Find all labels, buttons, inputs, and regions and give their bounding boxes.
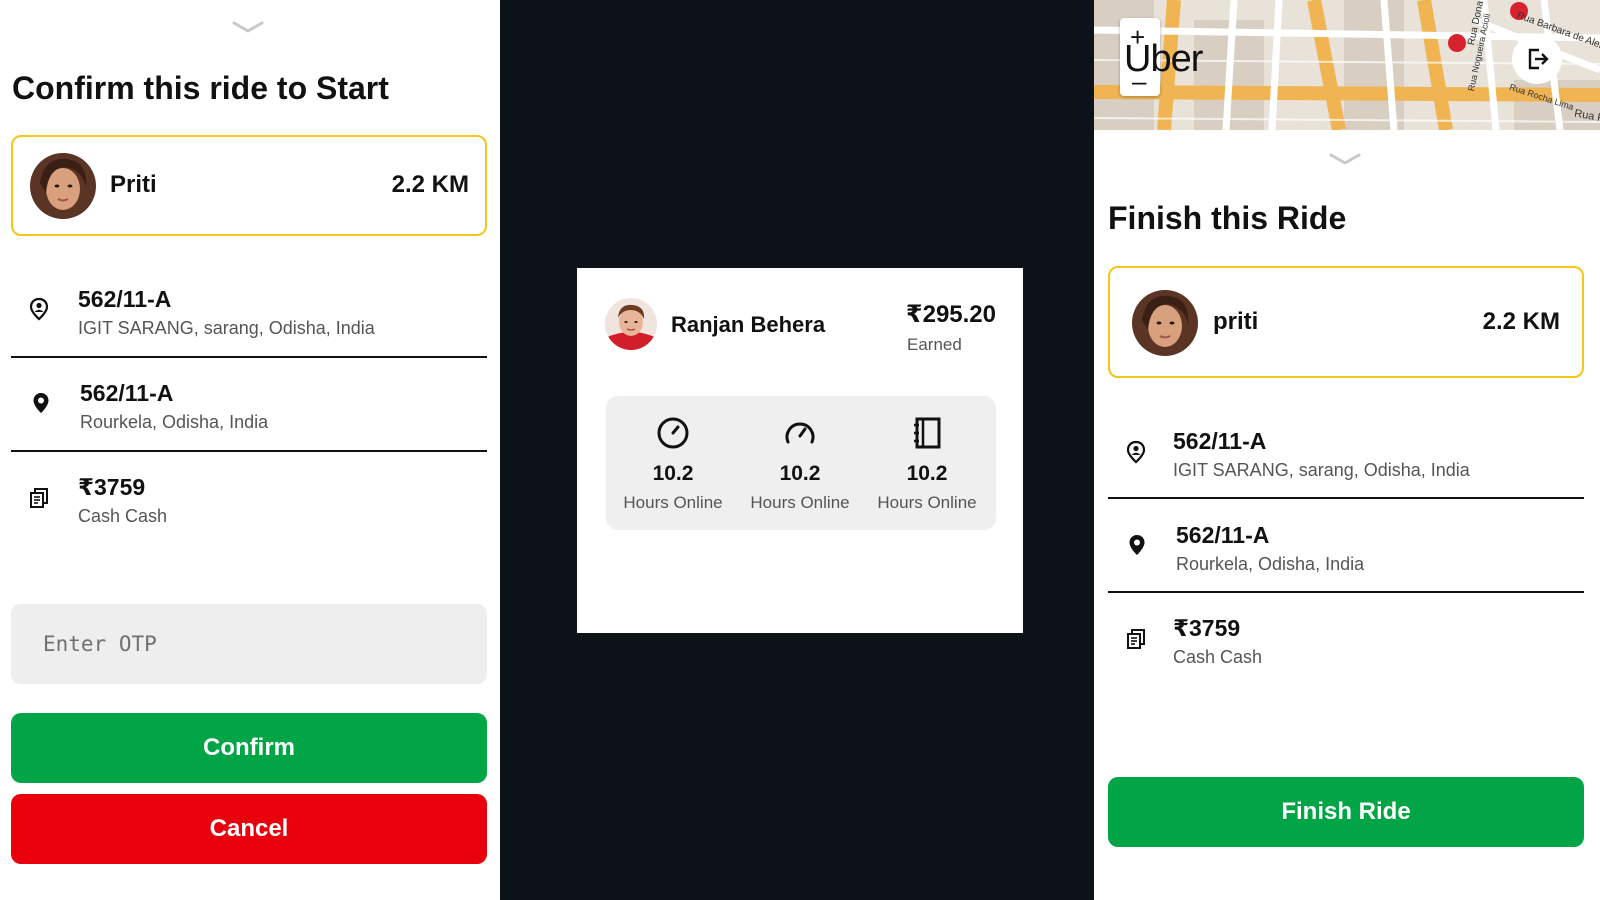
finish-ride-panel: Rua Dona Leopoldina Rua Barbara de Alenc… <box>1094 0 1600 900</box>
fare-amount: ₹3759 <box>78 474 146 500</box>
payment-method: Cash Cash <box>1173 647 1263 667</box>
chevron-down-icon[interactable] <box>1328 152 1362 166</box>
captain-details-card: Ranjan Behera ₹295.20 Earned 10.2 Hours … <box>577 268 1023 633</box>
otp-input[interactable] <box>11 604 487 684</box>
divider <box>11 450 487 452</box>
uber-logo: Uber <box>1124 38 1203 80</box>
rider-card[interactable]: priti 2.2 KM <box>1108 266 1584 378</box>
chevron-down-icon[interactable] <box>231 20 265 34</box>
stat-label: Hours Online <box>623 493 723 512</box>
pickup-title: 562/11-A <box>1173 428 1267 454</box>
destination-pin-icon <box>1125 533 1149 557</box>
pickup-location-icon <box>27 297 51 321</box>
rider-name: priti <box>1213 308 1259 335</box>
notebook-icon <box>910 416 944 450</box>
destination-title: 562/11-A <box>1176 522 1270 548</box>
stat-value: 10.2 <box>779 462 821 485</box>
destination-pin-icon <box>29 391 53 415</box>
captain-name: Ranjan Behera <box>671 312 826 337</box>
pickup-location-icon <box>1124 440 1148 464</box>
rider-card[interactable]: Priti 2.2 KM <box>11 135 487 236</box>
stats-box: 10.2 Hours Online 10.2 Hours Online 10.2… <box>606 396 996 530</box>
stat-item: 10.2 Hours Online <box>613 396 733 530</box>
stat-value: 10.2 <box>652 462 694 485</box>
pickup-title: 562/11-A <box>78 286 172 312</box>
page-title: Confirm this ride to Start <box>12 70 389 106</box>
fare-amount: ₹3759 <box>1173 615 1241 641</box>
clock-icon <box>656 416 690 450</box>
cancel-button[interactable]: Cancel <box>11 794 487 864</box>
page-title: Finish this Ride <box>1108 200 1347 236</box>
logout-button[interactable] <box>1512 34 1562 84</box>
earnings-label: Earned <box>907 335 962 354</box>
stat-item: 10.2 Hours Online <box>740 396 860 530</box>
stat-value: 10.2 <box>906 462 948 485</box>
divider <box>11 356 487 358</box>
payment-method: Cash Cash <box>78 506 168 526</box>
destination-address: Rourkela, Odisha, India <box>80 412 269 432</box>
pickup-address: IGIT SARANG, sarang, Odisha, India <box>1173 460 1470 480</box>
divider <box>1108 497 1584 499</box>
stat-item: 10.2 Hours Online <box>867 396 987 530</box>
captain-avatar <box>605 298 657 350</box>
stat-label: Hours Online <box>750 493 850 512</box>
logout-icon <box>1528 48 1549 70</box>
rider-distance: 2.2 KM <box>391 171 469 198</box>
earnings-amount: ₹295.20 <box>905 301 996 328</box>
destination-address: Rourkela, Odisha, India <box>1176 554 1365 574</box>
confirm-button[interactable]: Confirm <box>11 713 487 783</box>
map-marker-icon[interactable] <box>1448 34 1466 52</box>
stat-label: Hours Online <box>877 493 977 512</box>
rider-distance: 2.2 KM <box>1482 308 1560 335</box>
map-view[interactable]: Rua Dona Leopoldina Rua Barbara de Alenc… <box>1094 0 1600 130</box>
rider-avatar <box>1132 290 1198 356</box>
finish-ride-button[interactable]: Finish Ride <box>1108 777 1584 847</box>
speedometer-icon <box>783 416 817 450</box>
pickup-address: IGIT SARANG, sarang, Odisha, India <box>78 318 375 338</box>
destination-title: 562/11-A <box>80 380 174 406</box>
divider <box>1108 591 1584 593</box>
cash-icon <box>27 486 51 510</box>
rider-name: Priti <box>110 171 157 198</box>
rider-avatar <box>30 153 96 219</box>
confirm-ride-panel: Confirm this ride to Start Priti 2.2 KM … <box>0 0 500 900</box>
cash-icon <box>1124 627 1148 651</box>
